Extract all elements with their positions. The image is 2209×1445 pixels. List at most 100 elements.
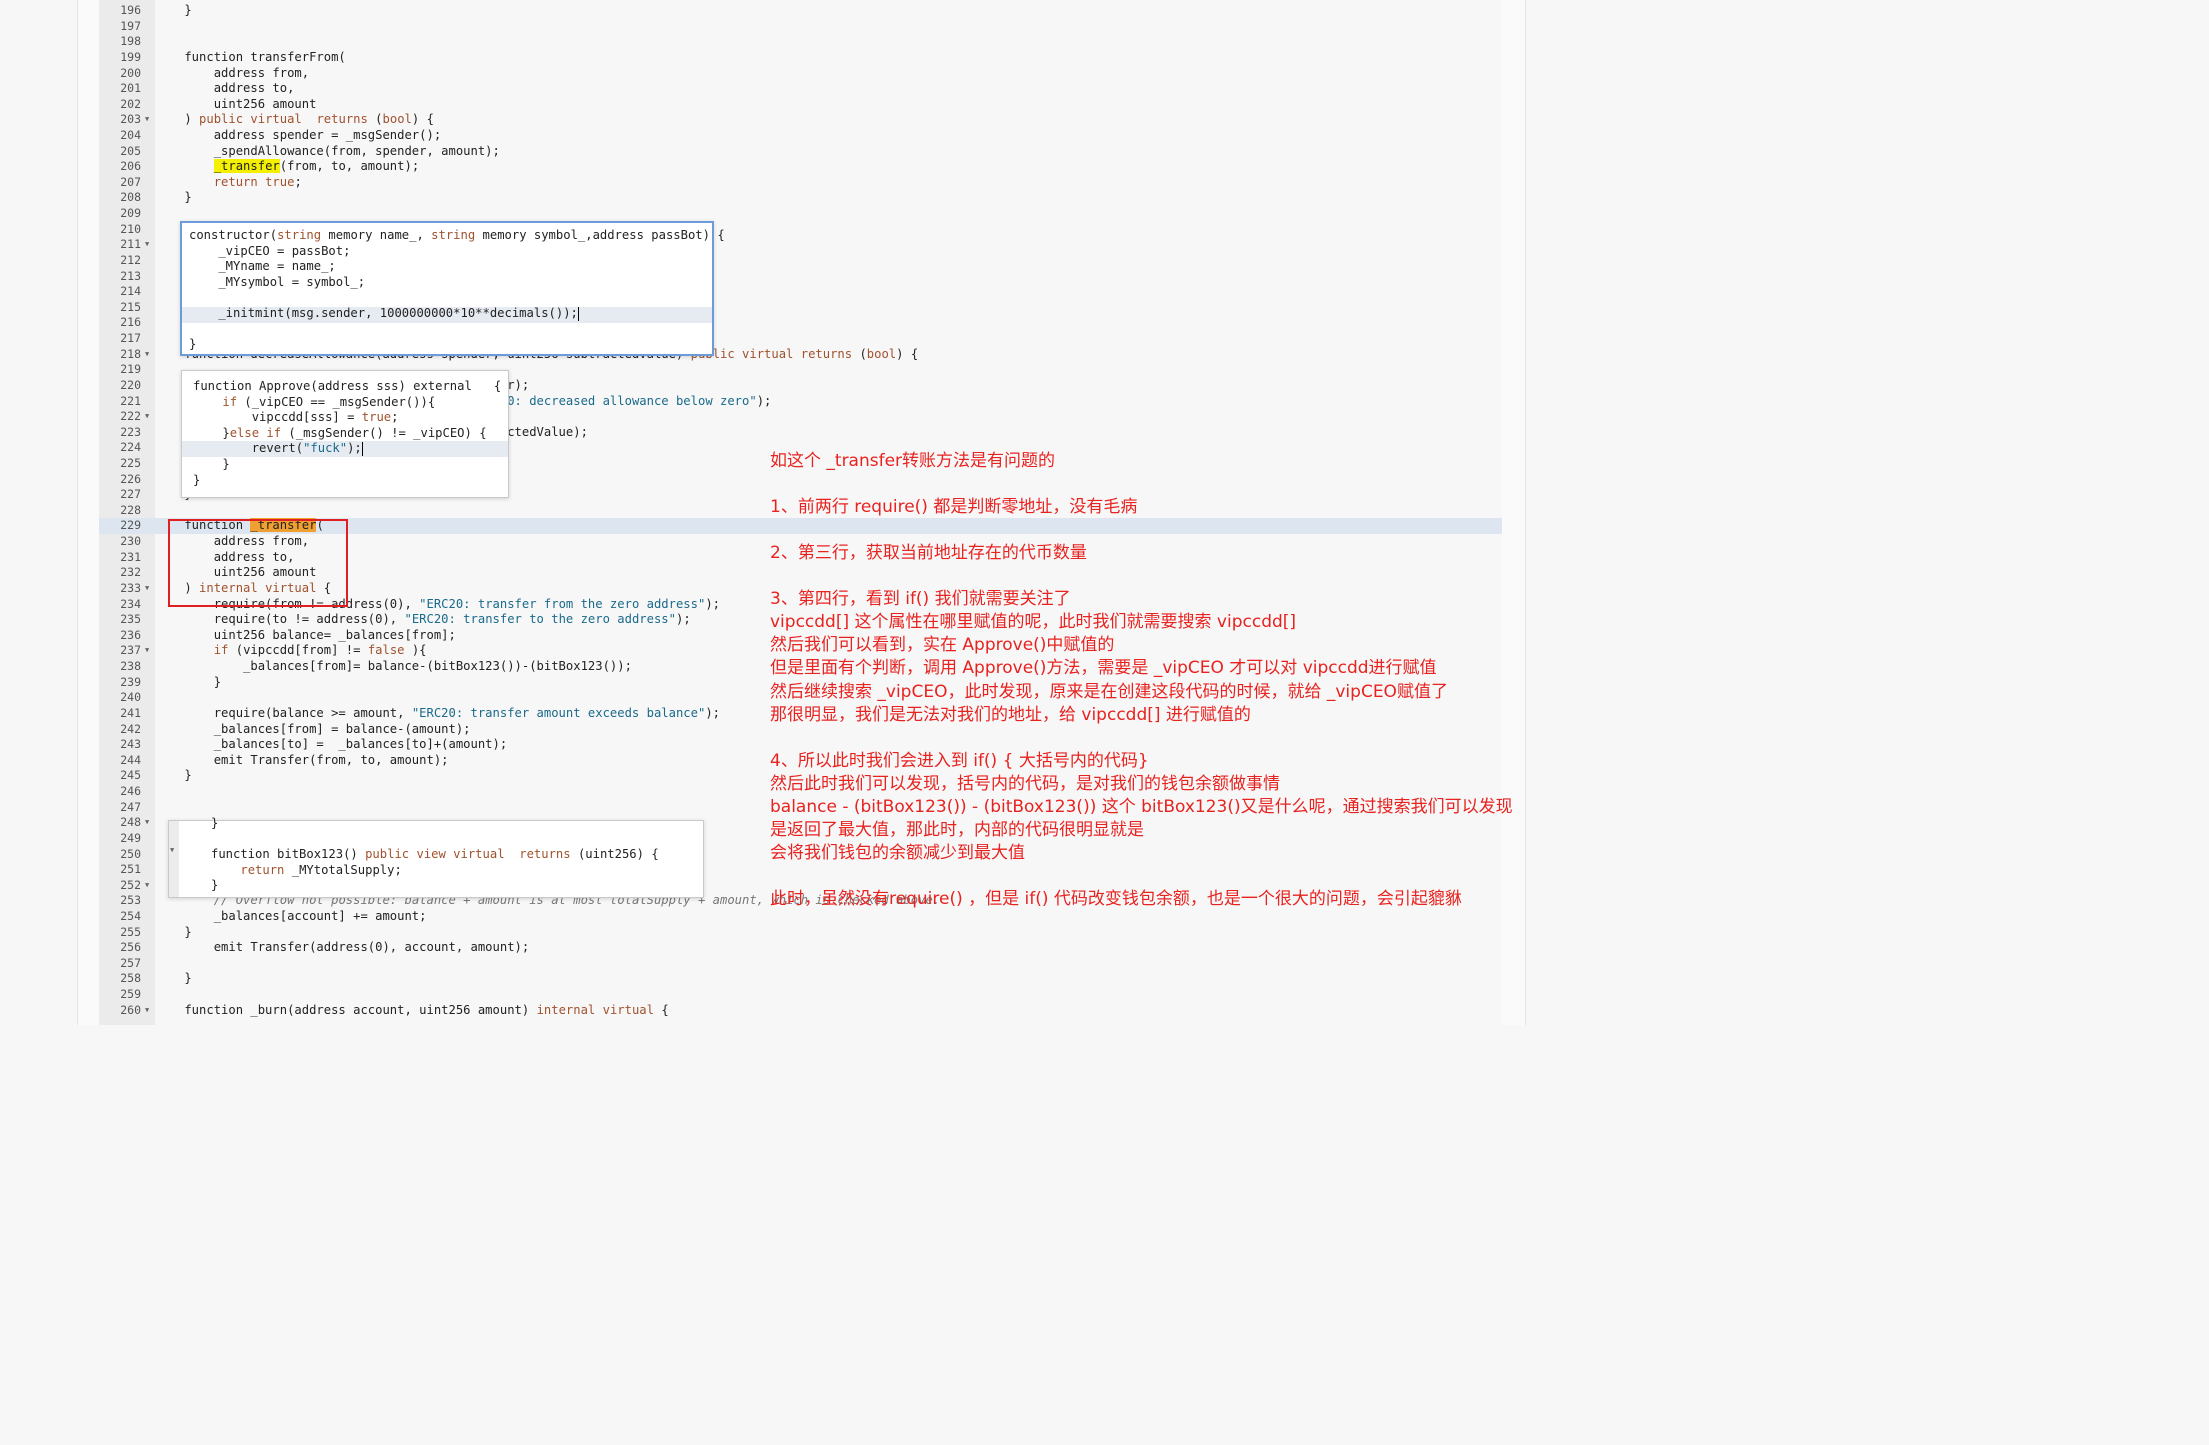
- code-line[interactable]: address from,: [155, 65, 309, 81]
- annotation-line: 1、前两行 require() 都是判断零地址，没有毛病: [770, 497, 1138, 518]
- line-number: 245: [120, 768, 141, 783]
- line-number: 240: [120, 690, 141, 705]
- peek-code-line: _MYname = name_;: [189, 259, 336, 274]
- fold-arrow-icon[interactable]: ▼: [145, 877, 149, 893]
- line-number: 248: [120, 815, 141, 830]
- annotation-line: 2、第三行，获取当前地址存在的代币数量: [770, 543, 1087, 564]
- peek-code-line: _initmint(msg.sender, 1000000000*10**dec…: [189, 306, 579, 321]
- line-number: 258: [120, 971, 141, 986]
- line-number: 230: [120, 534, 141, 549]
- fold-arrow-icon[interactable]: ▼: [145, 814, 149, 830]
- code-line[interactable]: }: [155, 924, 191, 940]
- peek-code-line: _MYsymbol = symbol_;: [189, 274, 366, 289]
- code-line[interactable]: }: [155, 674, 221, 690]
- fold-arrow-icon[interactable]: ▼: [145, 642, 149, 658]
- code-line[interactable]: require(to != address(0), "ERC20: transf…: [155, 611, 691, 627]
- code-line[interactable]: }: [155, 189, 191, 205]
- annotation-line: 如这个 _transfer转账方法是有问题的: [770, 451, 1056, 471]
- approve-peek-popup: function Approve(address sss) external {…: [181, 370, 509, 498]
- fold-arrow-icon[interactable]: ▼: [145, 236, 149, 252]
- code-line[interactable]: function transferFrom(: [155, 49, 345, 65]
- line-number: 223: [120, 424, 141, 439]
- line-number: 197: [120, 18, 141, 33]
- line-number: 224: [120, 440, 141, 455]
- line-number: 225: [120, 456, 141, 470]
- transfer-signature-box: [168, 519, 348, 607]
- line-number: 255: [120, 924, 141, 939]
- peek-code-line: }: [189, 337, 197, 352]
- annotation-line: 此时，虽然没有require() ，但是 if() 代码改变钱包余额，也是一个很…: [770, 888, 1462, 909]
- peek-code-line: return _MYtotalSupply;: [240, 862, 402, 877]
- line-number: 247: [120, 799, 141, 814]
- annotation-line: 是返回了最大值，那此时，内部的代码很明显就是: [770, 819, 1144, 840]
- annotation-line: 然后此时我们可以发现，括号内的代码，是对我们的钱包余额做事情: [770, 773, 1280, 794]
- line-number: 196: [120, 3, 141, 18]
- line-number: 209: [120, 206, 141, 221]
- line-number: 226: [120, 471, 141, 486]
- annotation-line: 但是里面有个判断，调用 Approve()方法，需要是 _vipCEO 才可以对…: [770, 658, 1437, 679]
- line-number: 251: [120, 862, 141, 877]
- peek-code-line: if (_vipCEO == _msgSender()){: [222, 394, 436, 409]
- line-number: 212: [120, 252, 141, 267]
- peek-code-line: }: [211, 878, 219, 893]
- line-number: 216: [120, 315, 141, 330]
- fold-arrow-icon[interactable]: ▼: [145, 1002, 149, 1018]
- code-line[interactable]: return true;: [155, 174, 302, 190]
- line-number: 239: [120, 674, 141, 689]
- line-number: 243: [120, 737, 141, 752]
- annotation-line: 3、第四行，看到 if() 我们就需要关注了: [770, 589, 1071, 610]
- code-line[interactable]: uint256 amount: [155, 96, 317, 112]
- annotation-line: balance - (bitBox123()) - (bitBox123()) …: [770, 796, 1513, 817]
- code-line[interactable]: function _burn(address account, uint256 …: [155, 1002, 668, 1018]
- code-line[interactable]: address to,: [155, 80, 295, 96]
- fold-arrow-icon[interactable]: ▼: [145, 408, 149, 424]
- code-line[interactable]: uint256 balance= _balances[from];: [155, 627, 456, 643]
- code-line[interactable]: if (vipccdd[from] != false ){: [155, 642, 427, 658]
- line-number: 260: [120, 1002, 141, 1017]
- annotation-line: 4、所以此时我们会进入到 if() { 大括号内的代码}: [770, 750, 1149, 771]
- peek-code-line: vipccdd[sss] = true;: [193, 410, 399, 425]
- code-line[interactable]: _balances[to] = _balances[to]+(amount);: [155, 736, 508, 752]
- line-number: 201: [120, 81, 141, 96]
- annotation-line: 会将我们钱包的余额减少到最大值: [770, 842, 1025, 863]
- code-line[interactable]: require(balance >= amount, "ERC20: trans…: [155, 705, 720, 721]
- code-line[interactable]: _balances[from]= balance-(bitBox123())-(…: [155, 658, 632, 674]
- line-number: 252: [120, 877, 141, 892]
- fold-arrow-icon[interactable]: ▼: [145, 580, 149, 596]
- code-line[interactable]: _balances[account] += amount;: [155, 908, 427, 924]
- code-line[interactable]: _spendAllowance(from, spender, amount);: [155, 143, 500, 159]
- line-number: 233: [120, 580, 141, 595]
- line-number: 203: [120, 112, 141, 127]
- line-number: 232: [120, 565, 141, 580]
- code-line[interactable]: _balances[from] = balance-(amount);: [155, 721, 471, 737]
- line-number: 242: [120, 721, 141, 736]
- code-line[interactable]: emit Transfer(address(0), account, amoun…: [155, 939, 530, 955]
- code-line[interactable]: }: [155, 2, 191, 18]
- fold-arrow-icon[interactable]: ▼: [145, 346, 149, 362]
- code-line[interactable]: emit Transfer(from, to, amount);: [155, 752, 449, 768]
- fold-arrow-icon[interactable]: ▼: [145, 111, 149, 127]
- annotation-line: vipccdd[] 这个属性在哪里赋值的呢，此时我们就需要搜索 vipccdd[…: [770, 612, 1297, 633]
- code-line[interactable]: }: [155, 970, 191, 986]
- peek-code-line: function Approve(address sss) external {: [193, 379, 502, 393]
- line-number: 211: [120, 237, 141, 252]
- code-line[interactable]: ) public virtual returns (bool) {: [155, 111, 434, 127]
- line-number: 241: [120, 705, 141, 720]
- line-number: 250: [120, 846, 141, 861]
- bitbox-fold-icon[interactable]: ▼: [170, 846, 174, 854]
- line-number: 220: [120, 377, 141, 392]
- peek-code-line: constructor(string memory name_, string …: [189, 228, 725, 242]
- code-line[interactable]: _transfer(from, to, amount);: [155, 158, 419, 174]
- peek-code-line: _vipCEO = passBot;: [189, 243, 351, 258]
- peek-code-line: }: [193, 472, 201, 487]
- line-number: 202: [120, 96, 141, 111]
- code-line[interactable]: }: [155, 767, 191, 783]
- line-number: 221: [120, 393, 141, 408]
- annotation-line: 然后继续搜索 _vipCEO，此时发现，原来是在创建这段代码的时候，就给 _vi…: [770, 681, 1448, 702]
- line-number: 254: [120, 908, 141, 923]
- code-line[interactable]: address spender = _msgSender();: [155, 127, 441, 143]
- annotation-line: 然后我们可以看到，实在 Approve()中赋值的: [770, 635, 1115, 656]
- peek-code-line: }: [211, 816, 219, 830]
- line-number: 198: [120, 34, 141, 49]
- text-caret: [361, 441, 363, 456]
